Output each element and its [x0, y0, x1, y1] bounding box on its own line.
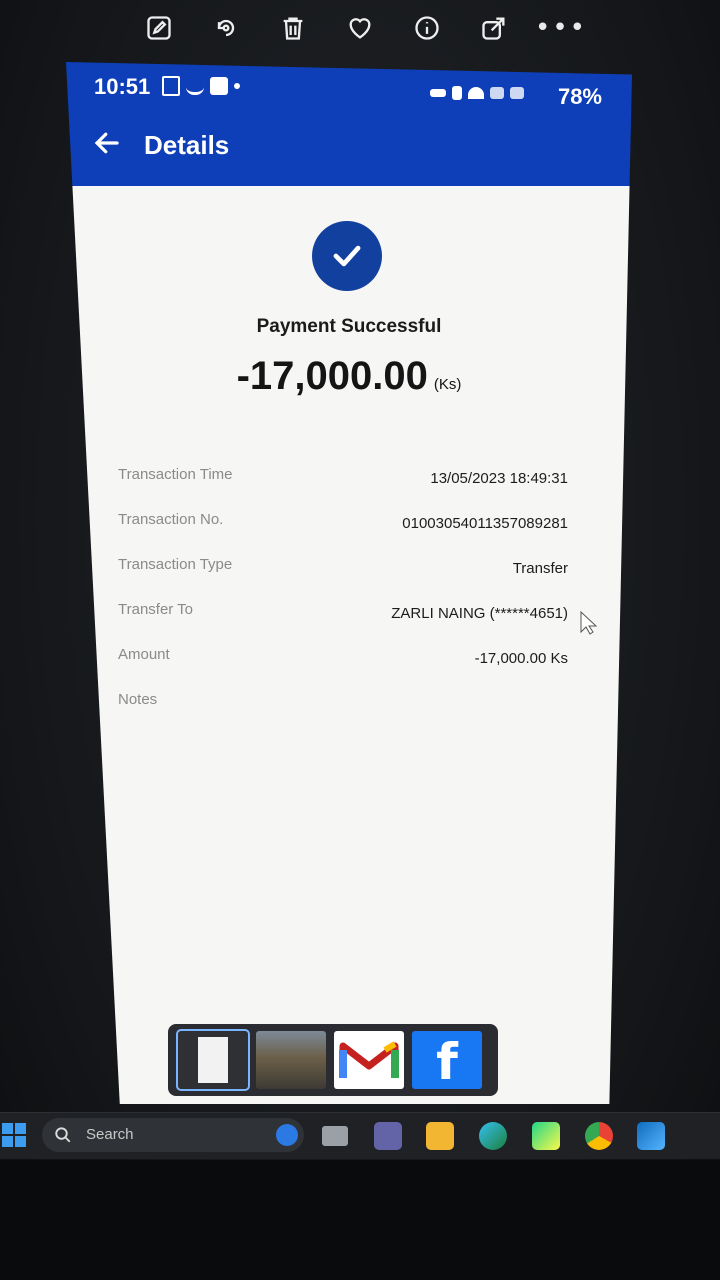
detail-value: ZARLI NAING (******4651)	[391, 605, 568, 622]
battery-percentage: 78%	[557, 84, 602, 109]
status-system-icons	[430, 86, 524, 100]
gmail-thumbnail[interactable]	[334, 1031, 404, 1089]
info-button[interactable]	[394, 3, 461, 53]
facebook-icon: f	[436, 1033, 458, 1089]
detail-label: Transfer To	[118, 601, 194, 618]
share-icon	[482, 17, 505, 40]
bing-icon[interactable]	[276, 1124, 298, 1146]
sim-icon	[452, 86, 462, 100]
wifi-icon	[468, 87, 484, 99]
rotate-button[interactable]	[193, 3, 260, 53]
data-speed-icon	[162, 76, 180, 96]
chrome-icon[interactable]	[585, 1122, 613, 1150]
filmstrip: f	[168, 1024, 498, 1096]
detail-row-amount: Amount -17,000.00 Ks	[118, 646, 568, 691]
photo-viewer-toolbar: •••	[0, 0, 720, 56]
transaction-details-list: Transaction Time 13/05/2023 18:49:31 Tra…	[118, 466, 568, 736]
wifi-call-icon	[186, 78, 204, 95]
delete-button[interactable]	[260, 3, 327, 53]
status-time: 10:51	[94, 74, 151, 99]
detail-value: Transfer	[512, 560, 568, 577]
detail-row-transaction-no: Transaction No. 01003054011357089281	[118, 511, 568, 556]
windows-logo-icon	[2, 1123, 13, 1134]
detail-value: 01003054011357089281	[402, 515, 568, 532]
taskbar-search[interactable]: Search	[42, 1118, 304, 1152]
key-icon	[430, 89, 446, 97]
delete-icon	[283, 17, 303, 40]
detail-label: Transaction Time	[118, 466, 233, 483]
signal-icon	[490, 87, 504, 99]
back-arrow-icon[interactable]	[92, 128, 122, 158]
facebook-thumbnail[interactable]: f	[412, 1031, 482, 1089]
detail-row-transfer-to: Transfer To ZARLI NAING (******4651)	[118, 601, 568, 646]
windows-logo-pane	[2, 1136, 13, 1147]
favorite-icon	[349, 18, 371, 39]
detail-row-transaction-time: Transaction Time 13/05/2023 18:49:31	[118, 466, 568, 511]
more-icon: •••	[534, 13, 587, 43]
task-view-icon[interactable]	[322, 1126, 348, 1146]
gmail-icon	[339, 1041, 399, 1078]
document-thumbnail[interactable]	[176, 1029, 250, 1091]
document-page	[198, 1037, 228, 1083]
page-title: Details	[144, 130, 230, 160]
teams-icon[interactable]	[374, 1122, 402, 1150]
search-label: Search	[86, 1126, 134, 1143]
signal-2-icon	[510, 87, 524, 99]
payment-details-content: Payment Successful -17,000.00 (Ks) Transa…	[66, 186, 632, 1104]
detail-label: Amount	[118, 646, 170, 663]
windows-logo-pane	[15, 1123, 26, 1134]
rotate-icon	[217, 19, 235, 37]
start-button[interactable]	[2, 1123, 26, 1147]
detail-label: Transaction No.	[118, 511, 224, 528]
status-notification-icons	[162, 76, 240, 96]
amount-unit: (Ks)	[433, 376, 462, 393]
v-app-icon	[210, 77, 228, 95]
payment-status: Payment Successful	[256, 316, 442, 337]
edit-image-button[interactable]	[126, 3, 193, 53]
file-explorer-icon[interactable]	[426, 1122, 454, 1150]
success-check-badge	[312, 221, 382, 291]
share-button[interactable]	[461, 3, 528, 53]
detail-row-notes: Notes	[118, 691, 568, 736]
phone-screenshot: 10:51 78% Details Payment Successful -17…	[66, 62, 632, 1104]
windows-logo-pane	[15, 1136, 26, 1147]
favorite-button[interactable]	[327, 3, 394, 53]
detail-value: 13/05/2023 18:49:31	[430, 470, 568, 487]
dot-icon	[234, 83, 240, 89]
detail-value: -17,000.00 Ks	[474, 650, 568, 667]
edge-icon[interactable]	[479, 1122, 507, 1150]
detail-label: Transaction Type	[118, 556, 233, 573]
monitor-bezel	[0, 1160, 720, 1280]
detail-row-transaction-type: Transaction Type Transfer	[118, 556, 568, 601]
mouse-cursor-icon	[580, 611, 598, 635]
detail-label: Notes	[118, 691, 158, 708]
windows-taskbar: Search	[0, 1112, 720, 1159]
info-icon	[415, 16, 439, 40]
more-options-button[interactable]: •••	[528, 3, 595, 53]
search-icon	[55, 1127, 71, 1143]
photos-icon[interactable]	[637, 1122, 665, 1150]
app-bar: Details	[66, 114, 632, 186]
amount-value: -17,000.00	[236, 354, 428, 398]
edit-icon	[147, 16, 171, 40]
payment-amount: -17,000.00 (Ks)	[66, 354, 632, 399]
building-photo-thumbnail[interactable]	[256, 1031, 326, 1089]
checkmark-icon	[328, 237, 366, 275]
pycharm-icon[interactable]	[532, 1122, 560, 1150]
